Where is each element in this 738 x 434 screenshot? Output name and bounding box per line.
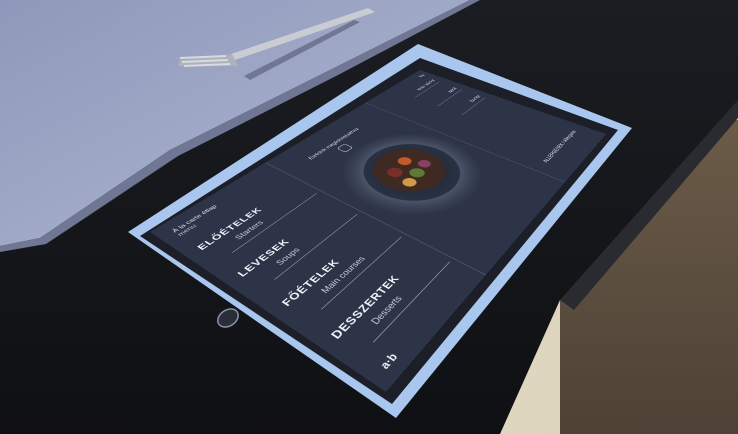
allergens-link[interactable]: ALLERGÉNEK / Allergens [542, 130, 578, 164]
right-item-drinks[interactable]: Italok [430, 86, 462, 107]
right-item-label: Napi ajánlat [415, 79, 437, 91]
right-item-wine-list[interactable]: Borlap [453, 95, 486, 116]
right-item-label: Italok [446, 86, 459, 94]
restaurant-logo: a·b [377, 350, 401, 372]
right-item-daily-offer[interactable]: Napi ajánlat [407, 79, 440, 98]
language-tag[interactable]: EN [418, 74, 426, 78]
